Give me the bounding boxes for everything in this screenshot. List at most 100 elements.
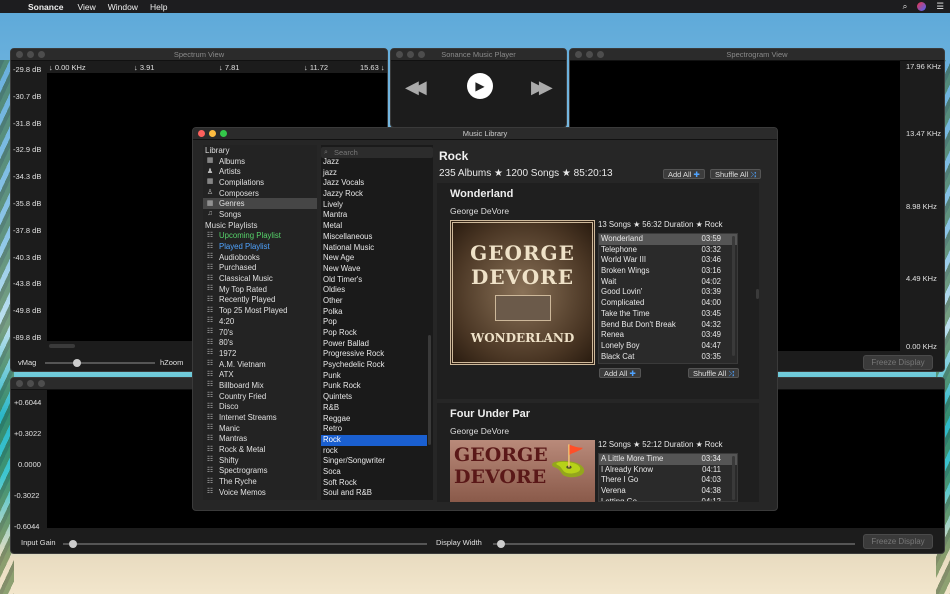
minimize-button[interactable] [209,130,216,137]
menu-window[interactable]: Window [108,2,138,12]
genre-scrollbar[interactable] [428,335,431,445]
playlist-item[interactable]: ☷ ATX [203,369,317,380]
genre-item[interactable]: Jazz Vocals [321,178,427,189]
track-row[interactable]: Black Cat 03:35 [599,352,737,363]
genre-item[interactable]: Old Timer's [321,275,427,286]
genre-item[interactable]: Quintets [321,392,427,403]
menu-view[interactable]: View [77,2,95,12]
playlist-item[interactable]: ☷ Spectrograms [203,466,317,477]
genre-item[interactable]: Miscellaneous [321,232,427,243]
vmag-slider[interactable] [45,359,155,367]
genre-item[interactable]: jazz [321,168,427,179]
genre-item[interactable]: Reggae [321,414,427,425]
genre-item[interactable]: R&B [321,403,427,414]
playlist-item[interactable]: ☷ Shifty [203,455,317,466]
menu-app-name[interactable]: Sonance [28,2,63,12]
playlist-item[interactable]: ☷ Top 25 Most Played [203,305,317,316]
sidebar-item-artists[interactable]: ♟ Artists [203,166,317,177]
zoom-button[interactable] [597,51,604,58]
close-button[interactable] [575,51,582,58]
genre-shuffle-all-button[interactable]: Shuffle All ⤨ [710,169,762,179]
playlist-item[interactable]: ☷ Disco [203,402,317,413]
close-button[interactable] [396,51,403,58]
genre-item[interactable]: New Wave [321,264,427,275]
playlist-item[interactable]: ☷ Voice Memos [203,487,317,498]
genre-item[interactable]: Power Ballad [321,339,427,350]
genre-item[interactable]: Lively [321,200,427,211]
genre-item[interactable]: rock [321,446,427,457]
track-row[interactable]: Telephone 03:32 [599,245,737,256]
menu-help[interactable]: Help [150,2,167,12]
playlist-item[interactable]: ☷ Upcoming Playlist [203,231,317,242]
playlist-item[interactable]: ☷ Played Playlist [203,241,317,252]
spectrum-scrollbar[interactable] [49,344,75,348]
sidebar-item-songs[interactable]: ♫ Songs [203,209,317,220]
genre-item[interactable]: Pop Rock [321,328,427,339]
track-row[interactable]: Wait 04:02 [599,277,737,288]
playlist-item[interactable]: ☷ 1972 [203,348,317,359]
sidebar-item-compilations[interactable]: ▦ Compilations [203,177,317,188]
playlist-item[interactable]: ☷ Recently Played [203,295,317,306]
genre-item[interactable]: Singer/Songwriter [321,456,427,467]
sidebar-item-genres[interactable]: ▦ Genres [203,198,317,210]
genre-item[interactable]: National Music [321,243,427,254]
display-width-slider[interactable] [493,540,855,548]
rewind-icon[interactable]: ◀◀ [405,77,427,98]
genre-item[interactable]: Soca [321,467,427,478]
close-button[interactable] [16,380,23,387]
genre-item[interactable]: Polka [321,307,427,318]
playlist-item[interactable]: ☷ 70's [203,327,317,338]
track-row[interactable]: A Little More Time 03:34 [599,454,737,465]
playlist-item[interactable]: ☷ Country Fried [203,391,317,402]
spectrogram-freeze-button[interactable]: Freeze Display [863,355,933,370]
genre-item[interactable]: Soul and R&B [321,488,427,499]
track-row[interactable]: World War III 03:46 [599,255,737,266]
genre-add-all-button[interactable]: Add All ✚ [663,169,705,179]
zoom-button[interactable] [418,51,425,58]
input-gain-slider[interactable] [63,540,427,548]
track-row[interactable]: Complicated 04:00 [599,298,737,309]
track-row[interactable]: Letting Go 04:12 [599,497,737,501]
genre-item[interactable]: Punk Rock [321,381,427,392]
minimize-button[interactable] [27,380,34,387]
genre-item[interactable]: Metal [321,221,427,232]
list-icon[interactable]: ☰ [936,1,944,12]
track-row[interactable]: Lonely Boy 04:47 [599,341,737,352]
track-row[interactable]: I Already Know 04:11 [599,465,737,476]
playlist-item[interactable]: ☷ Audiobooks [203,252,317,263]
album-cover[interactable]: GEORGE DEVORE ⛳ [450,440,595,502]
track-row[interactable]: Verena 04:38 [599,486,737,497]
play-icon[interactable]: ▶ [467,73,493,99]
genre-item[interactable]: New Age [321,253,427,264]
genre-item[interactable]: Progressive Rock [321,349,427,360]
playlist-item[interactable]: ☷ Classical Music [203,273,317,284]
playlist-item[interactable]: ☷ My Top Rated [203,284,317,295]
minimize-button[interactable] [407,51,414,58]
genre-item[interactable]: Jazzy Rock [321,189,427,200]
track-row[interactable]: Bend But Don't Break 04:32 [599,320,737,331]
close-button[interactable] [16,51,23,58]
track-row[interactable]: Renea 03:49 [599,330,737,341]
playlist-item[interactable]: ☷ The Ryche [203,476,317,487]
playlist-item[interactable]: ☷ 80's [203,337,317,348]
playlist-item[interactable]: ☷ A.M. Vietnam [203,359,317,370]
track-row[interactable]: Wonderland 03:59 [599,234,737,245]
track-scrollbar[interactable] [732,456,735,500]
genre-item[interactable]: Oldies [321,285,427,296]
zoom-button[interactable] [38,380,45,387]
playlist-item[interactable]: ☷ Manic [203,423,317,434]
genre-item[interactable]: Psychedelic Rock [321,360,427,371]
playlist-item[interactable]: ☷ Purchased [203,263,317,274]
fast-forward-icon[interactable]: ▶▶ [531,77,553,98]
album-add-all-button[interactable]: Add All ✚ [599,368,641,378]
genre-item[interactable]: Retro [321,424,427,435]
track-row[interactable]: Take the Time 03:45 [599,309,737,320]
playlist-item[interactable]: ☷ Mantras [203,434,317,445]
sidebar-item-composers[interactable]: ♙ Composers [203,188,317,199]
track-row[interactable]: Good Lovin' 03:39 [599,287,737,298]
playlist-item[interactable]: ☷ Rock & Metal [203,444,317,455]
minimize-button[interactable] [27,51,34,58]
genre-item[interactable]: Jazz [321,157,427,168]
playlist-item[interactable]: ☷ Billboard Mix [203,380,317,391]
genre-item[interactable]: Mantra [321,210,427,221]
